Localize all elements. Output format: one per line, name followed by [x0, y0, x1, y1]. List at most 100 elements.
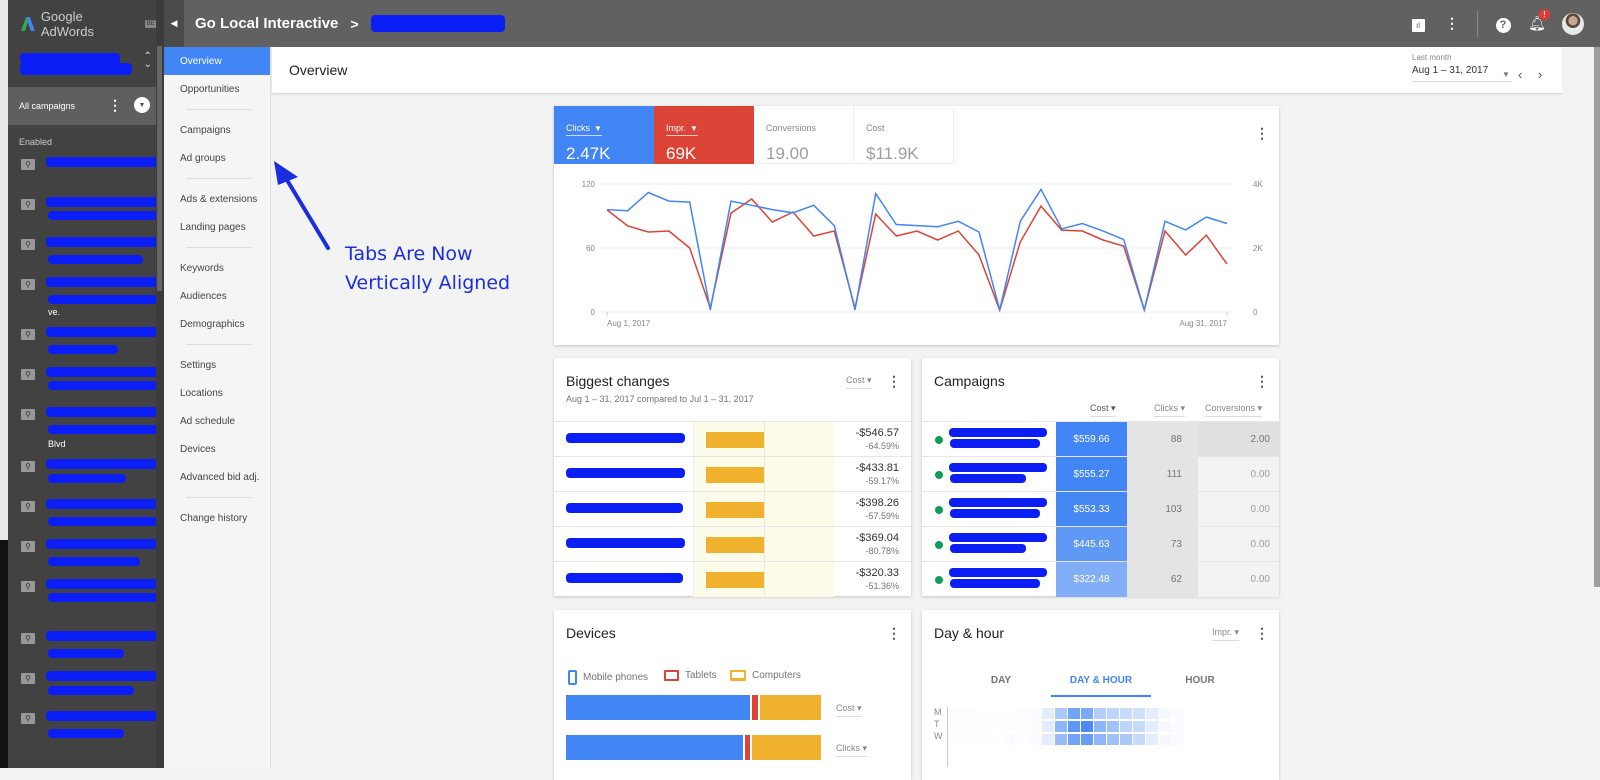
- column-header-conversions[interactable]: Conversions ▾: [1205, 403, 1263, 417]
- heatmap-cell[interactable]: [1094, 721, 1106, 732]
- collapse-sidebar-icon[interactable]: ◀: [164, 0, 184, 47]
- heatmap-cell[interactable]: [977, 734, 989, 745]
- card-menu-icon[interactable]: ⋮: [887, 626, 901, 640]
- dropdown-arrow-icon[interactable]: ▼: [1502, 70, 1510, 79]
- nav-tab-locations[interactable]: Locations: [164, 379, 270, 407]
- heatmap-cell[interactable]: [1107, 721, 1119, 732]
- heatmap-cell[interactable]: [1107, 734, 1119, 745]
- heatmap-cell[interactable]: [1042, 708, 1054, 719]
- page-scrollbar[interactable]: [1562, 47, 1600, 768]
- campaign-list-item[interactable]: ⚲: [8, 325, 164, 365]
- campaign-row[interactable]: $553.33 103 0.00: [922, 491, 1279, 527]
- nav-tab-opportunities[interactable]: Opportunities: [164, 75, 270, 103]
- dropdown-arrow-icon[interactable]: ▼: [690, 124, 698, 133]
- heatmap-cell[interactable]: [977, 708, 989, 719]
- heatmap-cell[interactable]: [1146, 734, 1158, 745]
- change-row[interactable]: -$546.57 -64.59%: [554, 421, 911, 457]
- campaign-list-item[interactable]: ⚲: [8, 155, 164, 195]
- tab-day[interactable]: DAY: [951, 675, 1051, 686]
- heatmap-cell[interactable]: [1055, 734, 1067, 745]
- redacted-campaign-breadcrumb[interactable]: [370, 15, 505, 32]
- heatmap-cell[interactable]: [1055, 721, 1067, 732]
- campaign-row[interactable]: $559.66 88 2.00: [922, 421, 1279, 457]
- nav-tab-ad-groups[interactable]: Ad groups: [164, 144, 270, 172]
- heatmap-cell[interactable]: [1133, 708, 1145, 719]
- metric-dropdown[interactable]: Impr. ▾: [1212, 627, 1240, 641]
- heatmap-cell[interactable]: [1120, 721, 1132, 732]
- device-share-bar[interactable]: [566, 735, 821, 760]
- metric-tile-impr[interactable]: Impr. ▼ 69K: [654, 106, 754, 164]
- nav-tab-settings[interactable]: Settings: [164, 351, 270, 379]
- heatmap-cell[interactable]: [1172, 721, 1184, 732]
- heatmap-cell[interactable]: [1003, 734, 1015, 745]
- campaign-list-item[interactable]: ⚲: [8, 669, 164, 709]
- campaign-row[interactable]: $555.27 111 0.00: [922, 456, 1279, 492]
- unfold-icon[interactable]: ⌃ ⌄: [144, 52, 152, 70]
- heatmap-cell[interactable]: [1003, 708, 1015, 719]
- heatmap-cell[interactable]: [1133, 734, 1145, 745]
- campaign-list-item[interactable]: ⚲: [8, 537, 164, 577]
- heatmap-cell[interactable]: [1042, 721, 1054, 732]
- campaign-row[interactable]: $322.48 62 0.00: [922, 561, 1279, 597]
- nav-tab-audiences[interactable]: Audiences: [164, 282, 270, 310]
- campaign-list-item[interactable]: ⚲: [8, 577, 164, 629]
- notifications-icon[interactable]: 🔔︎!: [1520, 9, 1554, 32]
- nav-tab-demographics[interactable]: Demographics: [164, 310, 270, 338]
- heatmap-cell[interactable]: [1068, 708, 1080, 719]
- heatmap-cell[interactable]: [1016, 721, 1028, 732]
- nav-tab-keywords[interactable]: Keywords: [164, 254, 270, 282]
- metric-tile-clicks[interactable]: Clicks ▼ 2.47K: [554, 106, 654, 164]
- campaign-list-item[interactable]: ⚲ ve.: [8, 275, 164, 325]
- account-breadcrumb[interactable]: Go Local Interactive: [195, 15, 338, 32]
- heatmap-cell[interactable]: [1055, 708, 1067, 719]
- all-campaigns-row[interactable]: All campaigns ⋮ ▼: [8, 87, 164, 125]
- help-icon[interactable]: ?: [1486, 15, 1520, 33]
- heatmap-cell[interactable]: [1094, 734, 1106, 745]
- heatmap-cell[interactable]: [1172, 734, 1184, 745]
- tab-hour[interactable]: HOUR: [1150, 675, 1250, 686]
- heatmap-cell[interactable]: [1120, 708, 1132, 719]
- heatmap-cell[interactable]: [990, 708, 1002, 719]
- column-header-cost[interactable]: Cost ▾: [1090, 403, 1116, 417]
- heatmap-cell[interactable]: [1081, 708, 1093, 719]
- device-share-bar[interactable]: [566, 695, 821, 720]
- campaign-list-item[interactable]: ⚲: [8, 365, 164, 405]
- nav-tab-overview[interactable]: Overview: [164, 47, 270, 75]
- metric-tile-cost[interactable]: Cost $11.9K: [854, 106, 954, 164]
- card-menu-icon[interactable]: ⋮: [887, 374, 901, 388]
- heatmap-cell[interactable]: [1159, 708, 1171, 719]
- heatmap-cell[interactable]: [1081, 721, 1093, 732]
- campaign-list-item[interactable]: ⚲: [8, 195, 164, 235]
- heatmap-cell[interactable]: [951, 721, 963, 732]
- campaign-list-item[interactable]: ⚲: [8, 457, 164, 497]
- heatmap-cell[interactable]: [1029, 721, 1041, 732]
- change-row[interactable]: -$320.33 -51.36%: [554, 561, 911, 597]
- avatar[interactable]: [1562, 12, 1584, 35]
- change-row[interactable]: -$433.81 -59.17%: [554, 456, 911, 492]
- heatmap-cell[interactable]: [951, 734, 963, 745]
- device-metric-dropdown[interactable]: Cost ▾: [836, 703, 862, 717]
- nav-tab-ads-extensions[interactable]: Ads & extensions: [164, 185, 270, 213]
- heatmap-cell[interactable]: [1107, 708, 1119, 719]
- legend-item-tablets[interactable]: Tablets: [664, 670, 717, 681]
- reports-icon[interactable]: ıl: [1401, 15, 1435, 32]
- heatmap-cell[interactable]: [1159, 721, 1171, 732]
- heatmap-cell[interactable]: [951, 708, 963, 719]
- campaign-list-item[interactable]: ⚲: [8, 629, 164, 669]
- heatmap-cell[interactable]: [964, 708, 976, 719]
- change-row[interactable]: -$369.04 -80.78%: [554, 526, 911, 562]
- tab-day-hour[interactable]: DAY & HOUR: [1051, 675, 1151, 686]
- nav-tab-devices[interactable]: Devices: [164, 435, 270, 463]
- date-range-selector[interactable]: Last month Aug 1 – 31, 2017 ▼: [1412, 53, 1512, 82]
- heatmap-cell[interactable]: [1146, 721, 1158, 732]
- heatmap-cell[interactable]: [1172, 708, 1184, 719]
- heatmap-cell[interactable]: [964, 721, 976, 732]
- nav-tab-ad-schedule[interactable]: Ad schedule: [164, 407, 270, 435]
- heatmap-cell[interactable]: [1029, 708, 1041, 719]
- campaign-list-item[interactable]: ⚲: [8, 497, 164, 537]
- change-row[interactable]: -$398.26 -57.59%: [554, 491, 911, 527]
- heatmap-cell[interactable]: [990, 734, 1002, 745]
- metric-label[interactable]: Clicks ▼: [566, 123, 602, 136]
- card-menu-icon[interactable]: ⋮: [1255, 126, 1269, 140]
- campaign-list-item[interactable]: ⚲: [8, 235, 164, 275]
